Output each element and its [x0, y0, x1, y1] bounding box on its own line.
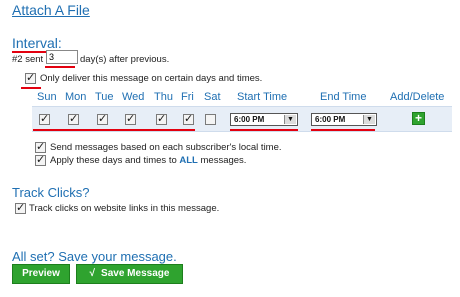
check-icon: √ — [89, 268, 96, 279]
chevron-down-icon: ▼ — [284, 115, 296, 124]
save-message-label: Save Message — [101, 268, 170, 279]
save-heading: All set? Save your message. — [12, 249, 177, 264]
track-clicks-heading: Track Clicks? — [12, 185, 90, 200]
day-header-tue: Tue — [95, 91, 114, 103]
track-clicks-checkbox[interactable] — [15, 201, 26, 214]
add-delete-header: Add/Delete — [390, 91, 445, 103]
day-header-thu: Thu — [154, 91, 173, 103]
local-time-label: Send messages based on each subscriber's… — [50, 142, 282, 153]
plus-icon: + — [414, 111, 422, 125]
preview-button[interactable]: Preview — [12, 264, 70, 284]
apply-all-label-pre: Apply these days and times to — [50, 155, 180, 166]
interval-prefix: #2 sent — [12, 54, 44, 65]
local-time-checkbox[interactable] — [35, 140, 46, 153]
start-time-value: 6:00 PM — [234, 115, 265, 124]
end-time-value: 6:00 PM — [315, 115, 346, 124]
start-time-select[interactable]: 6:00 PM ▼ — [230, 113, 298, 126]
day-checkbox-sun[interactable] — [39, 112, 50, 125]
day-checkbox-fri[interactable] — [183, 112, 194, 125]
chevron-down-icon: ▼ — [363, 115, 375, 124]
day-checkbox-mon[interactable] — [68, 112, 79, 125]
day-checkbox-tue[interactable] — [97, 112, 108, 125]
only-deliver-label: Only deliver this message on certain day… — [40, 73, 263, 84]
day-header-sun: Sun — [37, 91, 57, 103]
apply-all-label: Apply these days and times to ALL messag… — [50, 155, 246, 166]
start-time-header: Start Time — [237, 91, 288, 103]
apply-all-label-post: messages. — [197, 155, 247, 166]
day-header-mon: Mon — [65, 91, 87, 103]
interval-suffix: day(s) after previous. — [80, 54, 170, 65]
day-header-fri: Fri — [181, 91, 194, 103]
apply-all-label-bold: ALL — [179, 155, 198, 166]
track-clicks-label: Track clicks on website links in this me… — [29, 203, 220, 214]
attach-file-link[interactable]: Attach A File — [12, 2, 90, 18]
add-time-button[interactable]: + — [412, 112, 425, 125]
interval-days-input[interactable] — [46, 50, 78, 64]
day-checkbox-sat[interactable] — [205, 114, 216, 125]
interval-heading: Interval: — [12, 35, 62, 51]
end-time-header: End Time — [320, 91, 367, 103]
day-checkbox-thu[interactable] — [156, 112, 167, 125]
apply-all-checkbox[interactable] — [35, 153, 46, 166]
only-deliver-checkbox[interactable] — [25, 71, 36, 84]
day-checkbox-wed[interactable] — [125, 112, 136, 125]
day-header-wed: Wed — [122, 91, 145, 103]
day-header-sat: Sat — [204, 91, 221, 103]
save-message-button[interactable]: √ Save Message — [76, 264, 183, 284]
end-time-select[interactable]: 6:00 PM ▼ — [311, 113, 377, 126]
